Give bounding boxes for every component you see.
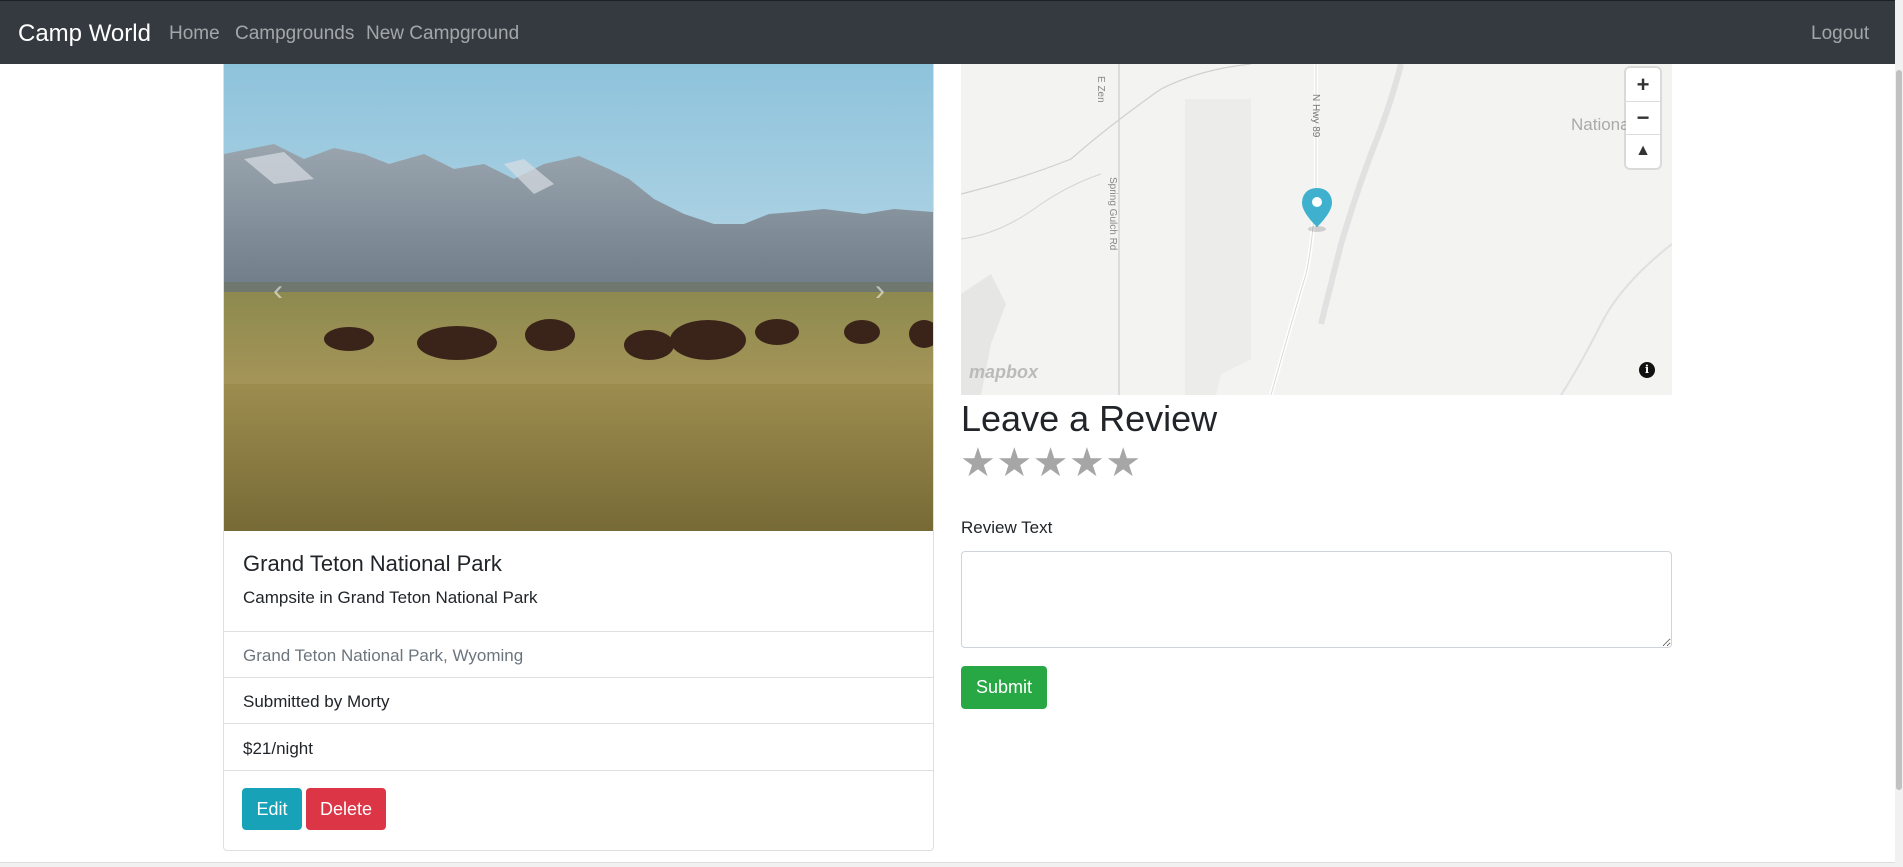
map-tiles: E Zen N Hwy 89 Spring Gulch Rd National [961, 64, 1672, 395]
map-navigation-controls: + − ▲ [1626, 68, 1660, 168]
campground-map[interactable]: E Zen N Hwy 89 Spring Gulch Rd National … [961, 64, 1672, 395]
delete-button[interactable]: Delete [306, 788, 386, 830]
list-item-price: $21/night [224, 725, 933, 771]
star-rating: ★ ★ ★ ★ ★ [960, 443, 1141, 483]
vertical-scrollbar[interactable] [1895, 0, 1903, 867]
info-icon[interactable]: i [1639, 362, 1655, 378]
star-4-icon[interactable]: ★ [1069, 443, 1105, 483]
submit-button[interactable]: Submit [961, 666, 1047, 709]
campground-author: Submitted by Morty [243, 692, 390, 711]
star-5-icon[interactable]: ★ [1105, 443, 1141, 483]
compass-icon[interactable]: ▲ [1626, 134, 1660, 167]
map-label-e-zen: E Zen [1095, 76, 1106, 103]
map-label-spring-gulch: Spring Gulch Rd [1107, 177, 1118, 250]
image-carousel: ‹ › [224, 64, 933, 531]
campground-description: Campsite in Grand Teton National Park [243, 588, 538, 607]
card-body: Grand Teton National Park Campsite in Gr… [224, 531, 933, 632]
brand-link[interactable]: Camp World [18, 20, 151, 48]
star-2-icon[interactable]: ★ [996, 443, 1032, 483]
campground-location: Grand Teton National Park, Wyoming [243, 646, 524, 665]
campground-price: $21/night [243, 739, 313, 758]
review-text-label: Review Text [961, 518, 1053, 537]
zoom-in-button[interactable]: + [1626, 68, 1660, 102]
review-text-field[interactable] [961, 551, 1672, 648]
campground-card: ‹ › Grand Teton National Park Campsite i… [223, 64, 934, 851]
logout-link[interactable]: Logout [1811, 23, 1869, 45]
scrollbar-thumb[interactable] [1896, 70, 1902, 790]
nav-new-campground-link[interactable]: New Campground [366, 23, 519, 45]
nav-campgrounds-link[interactable]: Campgrounds [235, 23, 354, 45]
map-label-national: National [1571, 115, 1633, 134]
carousel-next-button[interactable]: › [865, 276, 895, 306]
star-1-icon[interactable]: ★ [960, 443, 996, 483]
edit-button[interactable]: Edit [242, 788, 302, 830]
campground-title: Grand Teton National Park [243, 551, 502, 576]
list-item-author: Submitted by Morty [224, 678, 933, 724]
navbar: Camp World Home Campgrounds New Campgrou… [0, 0, 1895, 64]
review-heading: Leave a Review [961, 398, 1218, 439]
card-actions: Edit Delete [224, 771, 933, 851]
star-3-icon[interactable]: ★ [1033, 443, 1069, 483]
map-label-hwy89: N Hwy 89 [1310, 94, 1321, 138]
carousel-prev-button[interactable]: ‹ [263, 276, 293, 306]
nav-home-link[interactable]: Home [169, 23, 220, 45]
horizontal-scrollbar[interactable] [0, 862, 1895, 867]
list-item-location: Grand Teton National Park, Wyoming [224, 632, 933, 678]
campground-image [224, 64, 933, 531]
mapbox-logo[interactable]: mapbox [969, 362, 1038, 383]
zoom-out-button[interactable]: − [1626, 101, 1660, 135]
